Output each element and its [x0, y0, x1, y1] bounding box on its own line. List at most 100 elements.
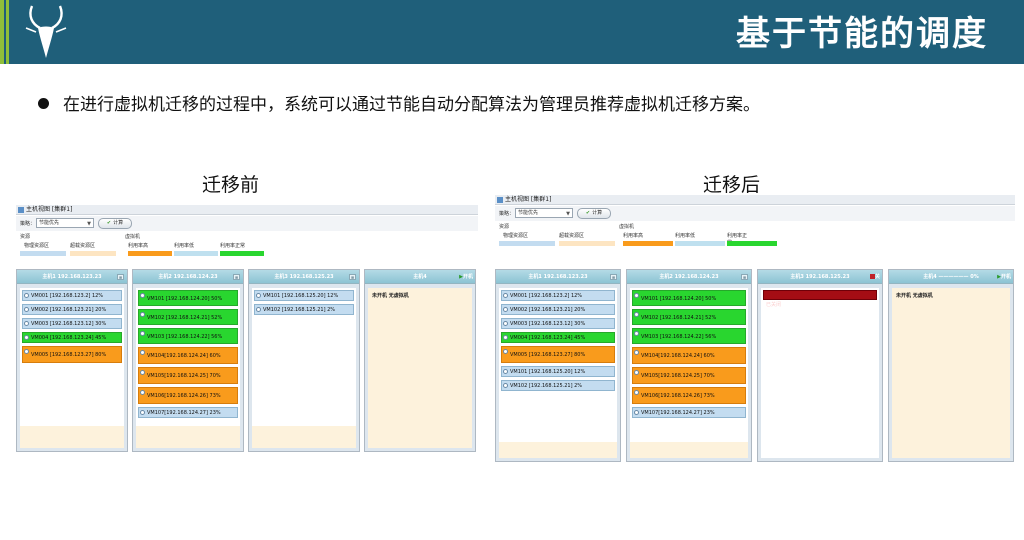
vm-label: VM101 [192.168.124.20] 50%	[147, 296, 223, 302]
power-off-button[interactable]: 关	[869, 273, 880, 281]
power-on-button[interactable]: ▶开机	[459, 273, 473, 281]
vm-item[interactable]: VM102 [192.168.125.21] 2%	[254, 304, 354, 315]
power-on-button[interactable]: ▶开机	[997, 273, 1011, 281]
legend-vm-header: 虚拟机	[125, 234, 141, 240]
vm-item[interactable]: VM004 [192.168.123.24] 45%	[501, 332, 615, 343]
vm-item[interactable]: VM103 [192.168.124.22] 56%	[138, 328, 238, 344]
vm-icon	[140, 293, 145, 298]
vm-item[interactable]: VM103 [192.168.124.22] 56%	[632, 328, 746, 344]
host-vm-list: 未开机 无虚拟机	[892, 288, 1010, 458]
strategy-select[interactable]: 节能优先 ▼	[515, 208, 573, 218]
window-title: 主机视图 [集群1]	[505, 196, 552, 203]
host-vm-list: VM101 [192.168.125.20] 12% VM102 [192.168…	[252, 288, 356, 448]
host-menu-icon[interactable]: ≡	[349, 274, 356, 280]
legend-resource-header: 资源	[499, 224, 510, 230]
vm-item[interactable]: VM102 [192.168.125.21] 2%	[501, 380, 615, 391]
vm-icon	[634, 350, 639, 355]
legend-util-high: 利用率高	[128, 243, 149, 249]
legend-util-high: 利用率高	[623, 233, 644, 239]
host-menu-icon[interactable]: ≡	[610, 274, 617, 280]
screenshot-before: 主机视图 [集群1] 策略： 节能优先 ▼ ✔ 计算 资源 虚拟机 物理资源区 超载…	[16, 205, 478, 452]
host-header[interactable]: 主机2 192.168.124.23 ≡	[627, 270, 751, 284]
host-header[interactable]: 主机3 192.168.125.23 ≡	[249, 270, 359, 284]
strategy-label: 策略：	[499, 211, 515, 217]
vm-label: VM105[192.168.124.25] 70%	[147, 373, 221, 379]
host-header[interactable]: 主机3 192.168.125.23 关	[758, 270, 882, 284]
vm-item[interactable]: VM005 [192.168.123.27] 80%	[501, 346, 615, 363]
vm-label: VM102 [192.168.124.21] 52%	[641, 315, 717, 321]
vm-icon	[503, 383, 508, 388]
strategy-select[interactable]: 节能优先 ▼	[36, 218, 94, 228]
calculate-button[interactable]: ✔ 计算	[577, 208, 611, 219]
vm-item[interactable]: VM003 [192.168.123.12] 30%	[22, 318, 122, 329]
legend-physical: 物理资源区	[24, 243, 50, 249]
vm-icon	[503, 321, 508, 326]
host-vm-list: VM101 [192.168.124.20] 50% VM102 [192.168…	[630, 288, 748, 458]
vm-item[interactable]: VM002 [192.168.123.21] 20%	[501, 304, 615, 315]
vm-item[interactable]: VM104[192.168.124.24] 60%	[632, 347, 746, 364]
vm-icon	[634, 331, 639, 336]
strategy-label: 策略：	[20, 221, 36, 227]
host-header[interactable]: 主机2 192.168.124.23 ≡	[133, 270, 243, 284]
host-header[interactable]: 主机1 192.168.123.23 ≡	[496, 270, 620, 284]
vm-item[interactable]: VM101 [192.168.124.20] 50%	[632, 290, 746, 306]
vm-item[interactable]: VM001 [192.168.123.2] 12%	[22, 290, 122, 301]
vm-item[interactable]: VM106[192.168.124.26] 73%	[138, 387, 238, 404]
host-footer	[136, 426, 240, 448]
vm-icon	[634, 410, 639, 415]
legend-swatch	[675, 241, 725, 246]
vm-icon	[503, 307, 508, 312]
vm-icon	[503, 369, 508, 374]
chevron-down-icon: ▼	[87, 221, 91, 227]
host-menu-icon[interactable]: ≡	[233, 274, 240, 280]
host-panel: 主机1 192.168.123.23 ≡ VM001 [192.168.123.2]…	[16, 269, 128, 452]
host-title: 主机4	[413, 274, 427, 280]
host-header[interactable]: 主机4 —————— 0% ▶开机	[889, 270, 1013, 284]
vm-item[interactable]: VM005 [192.168.123.27] 80%	[22, 346, 122, 363]
vm-item[interactable]: VM101 [192.168.125.20] 12%	[254, 290, 354, 301]
screenshot-after: 主机视图 [集群1] 策略： 节能优先 ▼ ✔ 计算 资源 虚拟机 物理资源区 超载…	[495, 195, 1015, 462]
vm-icon	[634, 312, 639, 317]
vm-item[interactable]: VM001 [192.168.123.2] 12%	[501, 290, 615, 301]
vm-label: VM106[192.168.124.26] 73%	[641, 393, 715, 399]
vm-item[interactable]: VM105[192.168.124.25] 70%	[632, 367, 746, 384]
bullet-text: 在进行虚拟机迁移的过程中，系统可以通过节能自动分配算法为管理员推荐虚拟机迁移方案…	[38, 90, 760, 115]
window-title: 主机视图 [集群1]	[26, 206, 73, 213]
vm-label: VM105[192.168.124.25] 70%	[641, 373, 715, 379]
vm-icon	[24, 307, 29, 312]
vm-item[interactable]: VM101 [192.168.124.20] 50%	[138, 290, 238, 306]
vm-icon	[503, 293, 508, 298]
legend-swatch	[559, 241, 615, 246]
vm-item[interactable]: VM004 [192.168.123.24] 45%	[22, 332, 122, 343]
host-header[interactable]: 主机1 192.168.123.23 ≡	[17, 270, 127, 284]
vm-item[interactable]: VM106[192.168.124.26] 73%	[632, 387, 746, 404]
host-menu-icon[interactable]: ≡	[741, 274, 748, 280]
vm-item[interactable]: VM107[192.168.124.27] 23%	[138, 407, 238, 418]
host-header[interactable]: 主机4 ▶开机	[365, 270, 475, 284]
bullet-icon	[38, 97, 49, 109]
vm-item[interactable]: VM105[192.168.124.25] 70%	[138, 367, 238, 384]
calculate-label: 计算	[113, 220, 124, 226]
legend-util-normal: 利用率正常	[220, 243, 246, 249]
vm-label: VM005 [192.168.123.27] 80%	[510, 352, 586, 358]
vm-label: VM003 [192.168.123.12] 30%	[31, 321, 107, 327]
calculate-button[interactable]: ✔ 计算	[98, 218, 132, 229]
caption-after: 迁移后	[703, 174, 761, 196]
check-icon: ✔	[585, 210, 591, 216]
vm-item[interactable]: VM003 [192.168.123.12] 30%	[501, 318, 615, 329]
vm-item[interactable]: VM107[192.168.124.27] 23%	[632, 407, 746, 418]
vm-item[interactable]: VM102 [192.168.124.21] 52%	[138, 309, 238, 325]
host-footer	[20, 426, 124, 448]
host-title: 主机4	[923, 274, 937, 280]
legend-swatch	[727, 241, 777, 246]
vm-item[interactable]: VM002 [192.168.123.21] 20%	[22, 304, 122, 315]
power-off-label: 关	[874, 274, 880, 280]
vm-item[interactable]: VM101 [192.168.125.20] 12%	[501, 366, 615, 377]
vm-item[interactable]: VM104[192.168.124.24] 60%	[138, 347, 238, 364]
caption-before: 迁移前	[202, 174, 260, 196]
host-footer	[630, 442, 748, 458]
vm-label: VM102 [192.168.125.21] 2%	[263, 307, 336, 313]
host-panel: 主机1 192.168.123.23 ≡ VM001 [192.168.123.2]…	[495, 269, 621, 462]
vm-item[interactable]: VM102 [192.168.124.21] 52%	[632, 309, 746, 325]
host-menu-icon[interactable]: ≡	[117, 274, 124, 280]
